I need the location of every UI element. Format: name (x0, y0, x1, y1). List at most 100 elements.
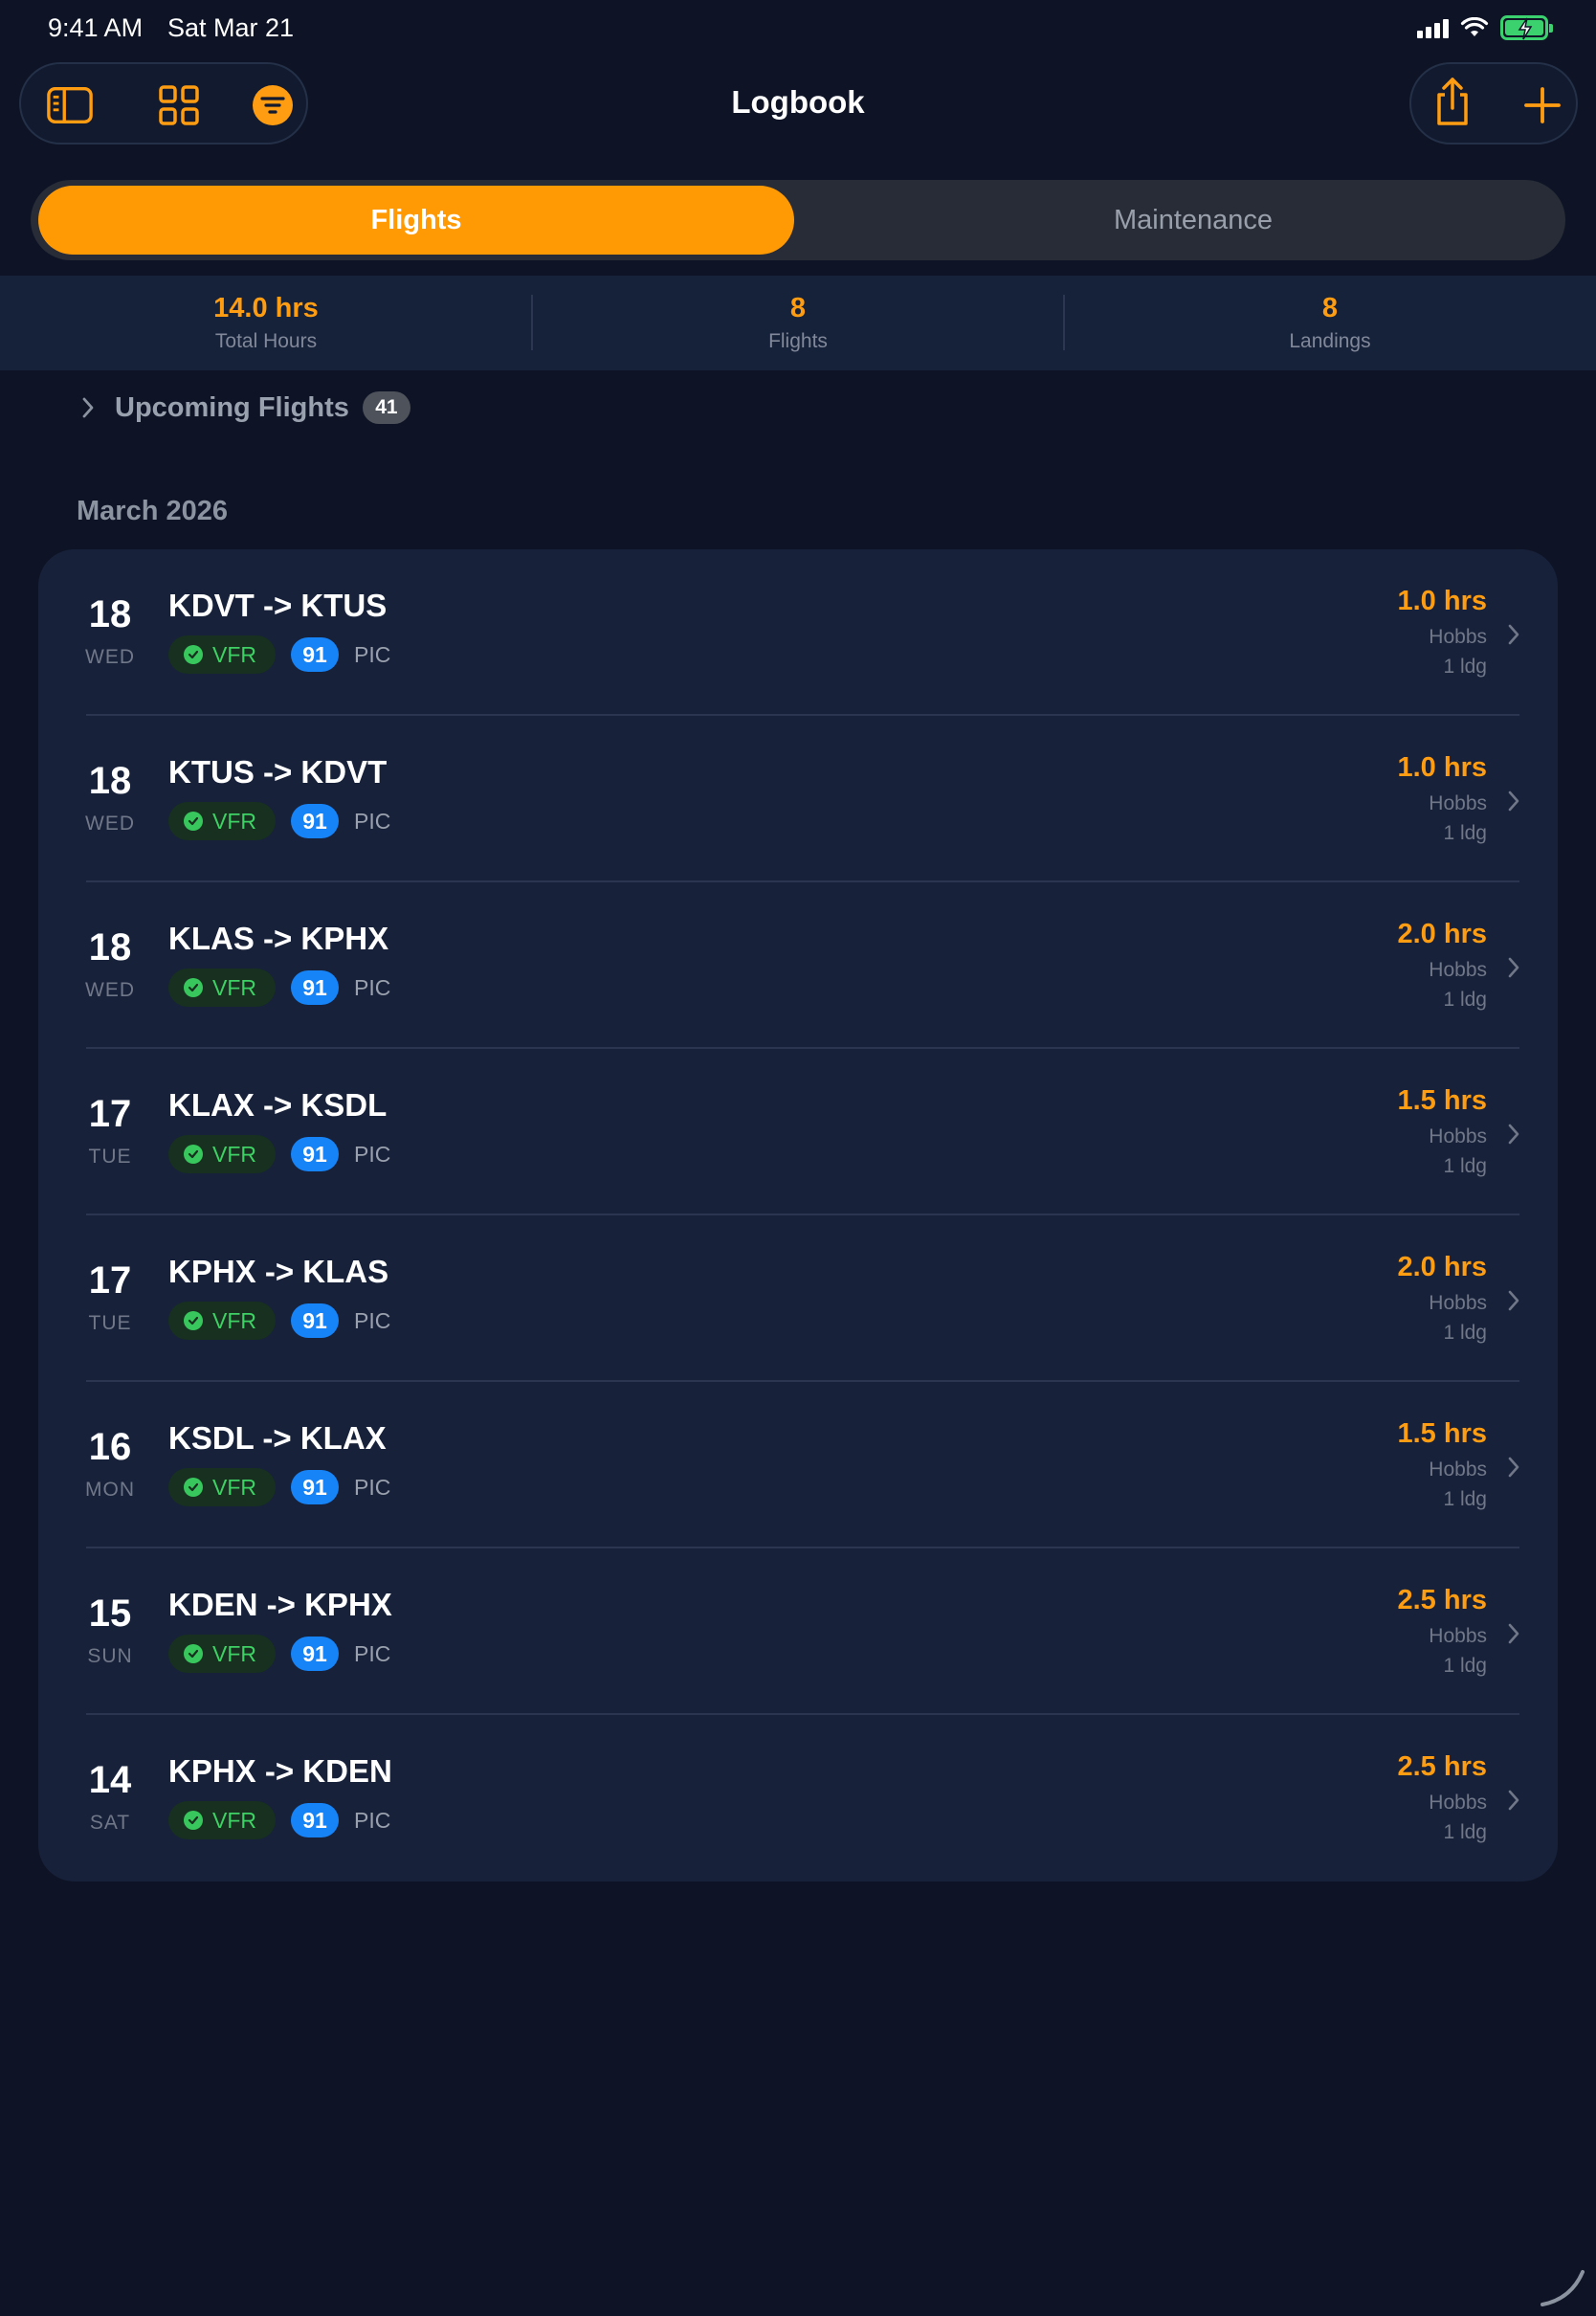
chevron-right-icon (1508, 624, 1519, 645)
flight-row[interactable]: 15 SUN KDEN -> KPHX VFR 91 PIC 2.5 hrs H… (38, 1548, 1558, 1715)
landings-label: 1 ldg (1443, 1655, 1487, 1677)
flight-route: KLAS -> KPHX (168, 921, 389, 956)
stat-label: Landings (1289, 330, 1371, 352)
vfr-label: VFR (212, 1141, 256, 1167)
chevron-right-icon (1508, 1623, 1519, 1644)
flight-hours: 2.5 hrs (1397, 1751, 1488, 1782)
flight-route: KPHX -> KLAS (168, 1254, 389, 1289)
part-91-badge: 91 (291, 1303, 339, 1338)
flight-day: 14 (88, 1759, 132, 1801)
flight-weekday: WED (85, 979, 135, 1001)
flight-row[interactable]: 18 WED KTUS -> KDVT VFR 91 PIC 1.0 hrs H… (38, 716, 1558, 882)
tab-flights[interactable]: Flights (38, 186, 794, 255)
flight-tags: VFR 91 PIC (168, 1135, 390, 1173)
role-label: PIC (354, 974, 391, 1000)
status-date: Sat Mar 21 (167, 13, 295, 42)
chevron-right-icon (1508, 1790, 1519, 1811)
landings-label: 1 ldg (1443, 1322, 1487, 1344)
part-91-badge: 91 (291, 1137, 339, 1171)
flight-weekday: WED (85, 813, 135, 835)
share-icon (1437, 78, 1468, 125)
stat-value: 8 (789, 293, 807, 323)
chevron-right-icon (1508, 1124, 1519, 1145)
flight-hours: 2.0 hrs (1397, 1252, 1488, 1282)
chevron-right-icon (1508, 957, 1519, 978)
segmented-control: Flights Maintenance (31, 180, 1565, 260)
flight-route: KLAX -> KSDL (168, 1087, 388, 1123)
flight-row[interactable]: 18 WED KDVT -> KTUS VFR 91 PIC 1.0 hrs H… (38, 549, 1558, 716)
vfr-badge: VFR (168, 1468, 276, 1506)
flight-day: 15 (88, 1592, 132, 1635)
checkmark-icon (184, 1811, 203, 1830)
chevron-right-icon (1508, 791, 1519, 812)
share-button[interactable] (1429, 78, 1476, 125)
landings-label: 1 ldg (1443, 656, 1487, 678)
battery-charging-icon (1500, 15, 1553, 40)
vfr-label: VFR (212, 1640, 256, 1666)
flight-day: 17 (88, 1093, 132, 1135)
flight-hours: 1.0 hrs (1397, 752, 1488, 783)
cellular-signal-icon (1417, 17, 1449, 38)
flight-tags: VFR 91 PIC (168, 1302, 390, 1340)
flight-hours: 1.5 hrs (1397, 1418, 1488, 1449)
vfr-label: VFR (212, 1474, 256, 1500)
flight-route: KPHX -> KDEN (168, 1753, 392, 1789)
chevron-right-icon (1508, 1457, 1519, 1478)
flight-day: 18 (88, 593, 132, 635)
flight-weekday: WED (85, 646, 135, 668)
hobbs-label: Hobbs (1429, 1792, 1487, 1814)
stat-value: 8 (1321, 293, 1339, 323)
scroll-indicator-icon (1541, 2270, 1585, 2306)
flight-hours: 2.0 hrs (1397, 919, 1488, 949)
flight-row[interactable]: 18 WED KLAS -> KPHX VFR 91 PIC 2.0 hrs H… (38, 882, 1558, 1049)
landings-label: 1 ldg (1443, 1821, 1487, 1843)
checkmark-icon (184, 978, 203, 997)
vfr-label: VFR (212, 1807, 256, 1833)
add-flight-button[interactable] (1518, 81, 1566, 129)
flight-day: 18 (88, 926, 132, 969)
vfr-badge: VFR (168, 1801, 276, 1839)
flight-hours: 2.5 hrs (1397, 1585, 1488, 1615)
hobbs-label: Hobbs (1429, 1125, 1487, 1147)
vfr-badge: VFR (168, 1135, 276, 1173)
vfr-label: VFR (212, 808, 256, 834)
hobbs-label: Hobbs (1429, 626, 1487, 648)
stats-summary: 14.0 hrs Total Hours 8 Flights 8 Landing… (0, 276, 1596, 370)
flight-row[interactable]: 17 TUE KLAX -> KSDL VFR 91 PIC 1.5 hrs H… (38, 1049, 1558, 1215)
landings-label: 1 ldg (1443, 989, 1487, 1011)
part-91-badge: 91 (291, 1470, 339, 1504)
part-91-badge: 91 (291, 1637, 339, 1671)
upcoming-flights-label: Upcoming Flights (115, 391, 349, 423)
stat-landings: 8 Landings (1064, 276, 1596, 370)
tab-maintenance[interactable]: Maintenance (825, 186, 1562, 255)
checkmark-icon (184, 645, 203, 664)
flight-row[interactable]: 16 MON KSDL -> KLAX VFR 91 PIC 1.5 hrs H… (38, 1382, 1558, 1548)
landings-label: 1 ldg (1443, 822, 1487, 844)
flight-weekday: SAT (89, 1812, 131, 1834)
upcoming-flights-toggle[interactable]: Upcoming Flights 41 (80, 389, 410, 427)
flight-weekday: TUE (88, 1146, 132, 1168)
chevron-right-icon (1508, 1290, 1519, 1311)
part-91-badge: 91 (291, 970, 339, 1005)
stat-value: 14.0 hrs (213, 293, 319, 323)
vfr-badge: VFR (168, 1635, 276, 1673)
vfr-badge: VFR (168, 1302, 276, 1340)
checkmark-icon (184, 1145, 203, 1164)
flight-hours: 1.0 hrs (1397, 586, 1488, 616)
stat-total-hours: 14.0 hrs Total Hours (0, 276, 532, 370)
hobbs-label: Hobbs (1429, 792, 1487, 814)
vfr-badge: VFR (168, 969, 276, 1007)
flight-row[interactable]: 17 TUE KPHX -> KLAS VFR 91 PIC 2.0 hrs H… (38, 1215, 1558, 1382)
flight-day: 18 (88, 760, 132, 802)
flight-route: KSDL -> KLAX (168, 1420, 387, 1456)
role-label: PIC (354, 1307, 391, 1333)
upcoming-count-badge: 41 (362, 391, 410, 424)
stat-label: Total Hours (214, 330, 318, 352)
landings-label: 1 ldg (1443, 1488, 1487, 1510)
part-91-badge: 91 (291, 1803, 339, 1837)
hobbs-label: Hobbs (1429, 1292, 1487, 1314)
wifi-icon (1460, 17, 1489, 36)
vfr-badge: VFR (168, 635, 276, 674)
part-91-badge: 91 (291, 637, 339, 672)
flight-row[interactable]: 14 SAT KPHX -> KDEN VFR 91 PIC 2.5 hrs H… (38, 1715, 1558, 1882)
